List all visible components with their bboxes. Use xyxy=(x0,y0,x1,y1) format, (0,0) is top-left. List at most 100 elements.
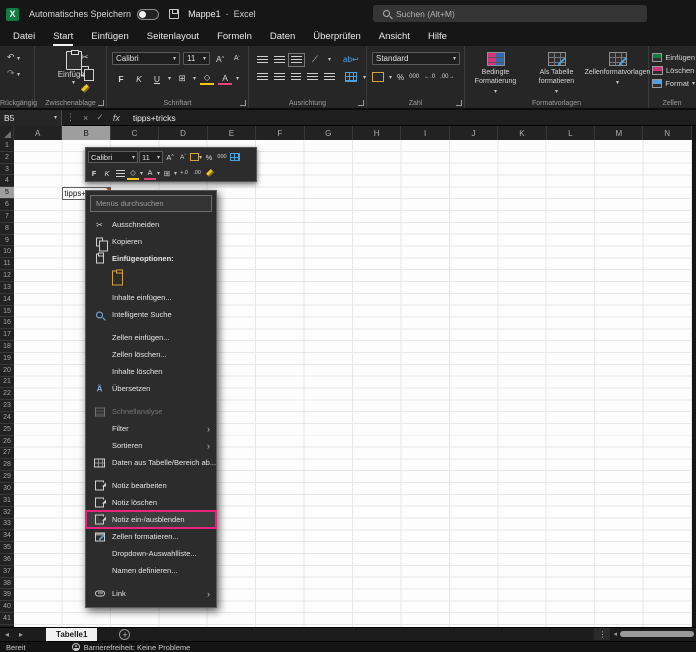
search-input[interactable]: Suchen (Alt+M) xyxy=(373,5,647,22)
fill-color-button[interactable]: ◇ xyxy=(200,72,215,85)
insert-function-icon[interactable]: fx xyxy=(108,113,125,123)
menu-item-filter[interactable]: Filter › xyxy=(86,420,216,437)
column-header-d[interactable]: D xyxy=(159,126,208,140)
row-header-40[interactable]: 40 xyxy=(0,601,14,614)
ribbon-tab-hilfe[interactable]: Hilfe xyxy=(419,29,456,46)
row-header-31[interactable]: 31 xyxy=(0,495,14,507)
row-header-29[interactable]: 29 xyxy=(0,471,14,484)
mini-align-icon[interactable] xyxy=(114,167,126,180)
menu-item-inhalte-löschen[interactable]: Inhalte löschen xyxy=(86,363,216,380)
row-header-32[interactable]: 32 xyxy=(0,507,14,519)
ribbon-tab-start[interactable]: Start xyxy=(44,29,82,46)
row-header-38[interactable]: 38 xyxy=(0,578,14,590)
font-name-select[interactable]: Calibri ▾ xyxy=(112,52,180,65)
column-header-g[interactable]: G xyxy=(305,126,353,140)
column-header-f[interactable]: F xyxy=(256,126,305,140)
row-header-17[interactable]: 17 xyxy=(0,329,14,342)
löschen-cells-button[interactable]: Löschen xyxy=(652,64,695,77)
column-header-b[interactable]: B xyxy=(62,126,111,140)
menu-item-link[interactable]: Link › xyxy=(86,585,216,602)
menu-item-notiz-löschen[interactable]: Notiz löschen xyxy=(86,494,216,511)
mini-comma-button[interactable]: 000 xyxy=(216,151,228,164)
menu-item-paste-option[interactable] xyxy=(86,267,216,289)
align-bottom-icon[interactable] xyxy=(288,52,305,67)
column-header-c[interactable]: C xyxy=(111,126,160,140)
mini-font-size-select[interactable]: 11 ▾ xyxy=(139,151,163,163)
undo-icon[interactable]: ↶ ▾ xyxy=(7,52,20,63)
alignment-dialog-launcher-icon[interactable] xyxy=(358,100,364,106)
row-header-3[interactable]: 3 xyxy=(0,164,14,176)
mini-font-name-select[interactable]: Calibri ▾ xyxy=(88,151,138,163)
align-right-icon[interactable] xyxy=(290,73,302,81)
row-header-22[interactable]: 22 xyxy=(0,388,14,401)
redo-icon[interactable]: ↷ ▾ xyxy=(7,68,20,79)
increase-decimal-icon[interactable]: ←.0 xyxy=(424,74,435,80)
row-header-10[interactable]: 10 xyxy=(0,246,14,259)
row-header-5[interactable]: 5 xyxy=(0,187,14,200)
underline-button[interactable]: U xyxy=(150,72,164,85)
bedingte-formatierung-button[interactable]: Bedingte Formatierung ▾ xyxy=(465,52,525,95)
column-header-a[interactable]: A xyxy=(14,126,63,140)
row-header-8[interactable]: 8 xyxy=(0,223,14,235)
cut-icon[interactable]: ✂ xyxy=(81,52,89,63)
enter-icon[interactable]: ✓ xyxy=(92,112,108,123)
paste-button[interactable]: Einfügen ▾ xyxy=(41,50,106,86)
ribbon-tab-einfügen[interactable]: Einfügen xyxy=(82,29,138,46)
menu-item-dropdown-auswahlliste[interactable]: Dropdown-Auswahlliste... xyxy=(86,545,216,562)
number-dialog-launcher-icon[interactable] xyxy=(456,100,462,106)
menu-item-zellen-einfügen[interactable]: Zellen einfügen... xyxy=(86,329,216,346)
merge-center-icon[interactable] xyxy=(345,72,357,82)
align-left-icon[interactable] xyxy=(257,73,268,81)
row-header-27[interactable]: 27 xyxy=(0,448,14,460)
accessibility-status[interactable]: Barrierefreiheit: Keine Probleme xyxy=(71,643,190,652)
grow-font-button[interactable]: A ^ xyxy=(213,52,227,65)
menu-item-einfügeoptionen[interactable]: Einfügeoptionen: xyxy=(86,250,216,267)
scroll-left-icon[interactable]: ◂ xyxy=(610,630,620,638)
menu-item-intelligente-suche[interactable]: Intelligente Suche xyxy=(86,306,216,323)
menu-item-zellen-formatieren[interactable]: Zellen formatieren... xyxy=(86,528,216,545)
sheet-tab-tabelle1[interactable]: Tabelle1 xyxy=(46,627,98,642)
als-tabelle-formatieren-button[interactable]: Als Tabelle formatieren ▾ xyxy=(526,52,586,95)
row-header-39[interactable]: 39 xyxy=(0,589,14,602)
row-header-14[interactable]: 14 xyxy=(0,294,14,306)
row-header-18[interactable]: 18 xyxy=(0,341,14,353)
mini-merge-icon[interactable] xyxy=(229,151,241,164)
menu-search-input[interactable]: Menüs durchsuchen xyxy=(90,195,212,212)
mini-decrease-decimal-icon[interactable]: .00 xyxy=(191,167,203,180)
ribbon-tab-überprüfen[interactable]: Überprüfen xyxy=(304,29,370,46)
menu-item-übersetzen[interactable]: Ä Übersetzen xyxy=(86,380,216,397)
row-header-34[interactable]: 34 xyxy=(0,530,14,543)
mini-borders-icon[interactable]: ⊞ xyxy=(161,167,173,180)
mini-increase-decimal-icon[interactable]: +.0 xyxy=(178,167,190,180)
percent-style-button[interactable]: % xyxy=(397,73,404,82)
mini-font-color-button[interactable]: A xyxy=(144,167,157,180)
add-sheet-icon[interactable]: + xyxy=(119,629,131,640)
mini-italic-button[interactable]: K xyxy=(101,167,113,180)
chevron-down-icon[interactable]: ▾ xyxy=(193,75,196,82)
column-header-l[interactable]: L xyxy=(547,126,596,140)
font-size-select[interactable]: 11 ▾ xyxy=(183,52,210,65)
menu-item-kopieren[interactable]: Kopieren xyxy=(86,233,216,251)
row-header-19[interactable]: 19 xyxy=(0,353,14,365)
menu-item-zellen-löschen[interactable]: Zellen löschen... xyxy=(86,346,216,363)
increase-indent-icon[interactable] xyxy=(324,73,336,81)
excel-app-icon[interactable]: X xyxy=(6,7,19,21)
format-cells-button[interactable]: Format ▾ xyxy=(652,77,695,90)
row-header-21[interactable]: 21 xyxy=(0,377,14,389)
mini-percent-button[interactable]: % xyxy=(203,151,215,164)
scrollbar-thumb[interactable] xyxy=(620,631,694,637)
menu-item-ausschneiden[interactable]: ✂ Ausschneiden xyxy=(86,216,216,233)
ribbon-tab-daten[interactable]: Daten xyxy=(261,29,304,46)
autosave-toggle[interactable] xyxy=(137,8,160,20)
cancel-icon[interactable]: × xyxy=(79,113,92,123)
bold-button[interactable]: F xyxy=(114,72,128,85)
mini-format-painter-icon[interactable] xyxy=(204,167,216,180)
decrease-indent-icon[interactable] xyxy=(307,73,319,81)
ribbon-tab-formeln[interactable]: Formeln xyxy=(208,29,261,46)
chevron-down-icon[interactable]: ▾ xyxy=(363,74,366,81)
zellenformatvorlagen-button[interactable]: Zellenformatvorlagen ▾ xyxy=(585,52,650,86)
row-header-24[interactable]: 24 xyxy=(0,412,14,424)
copy-icon[interactable] xyxy=(81,66,94,81)
accounting-format-icon[interactable] xyxy=(372,72,384,82)
font-color-button[interactable]: A xyxy=(218,72,233,85)
